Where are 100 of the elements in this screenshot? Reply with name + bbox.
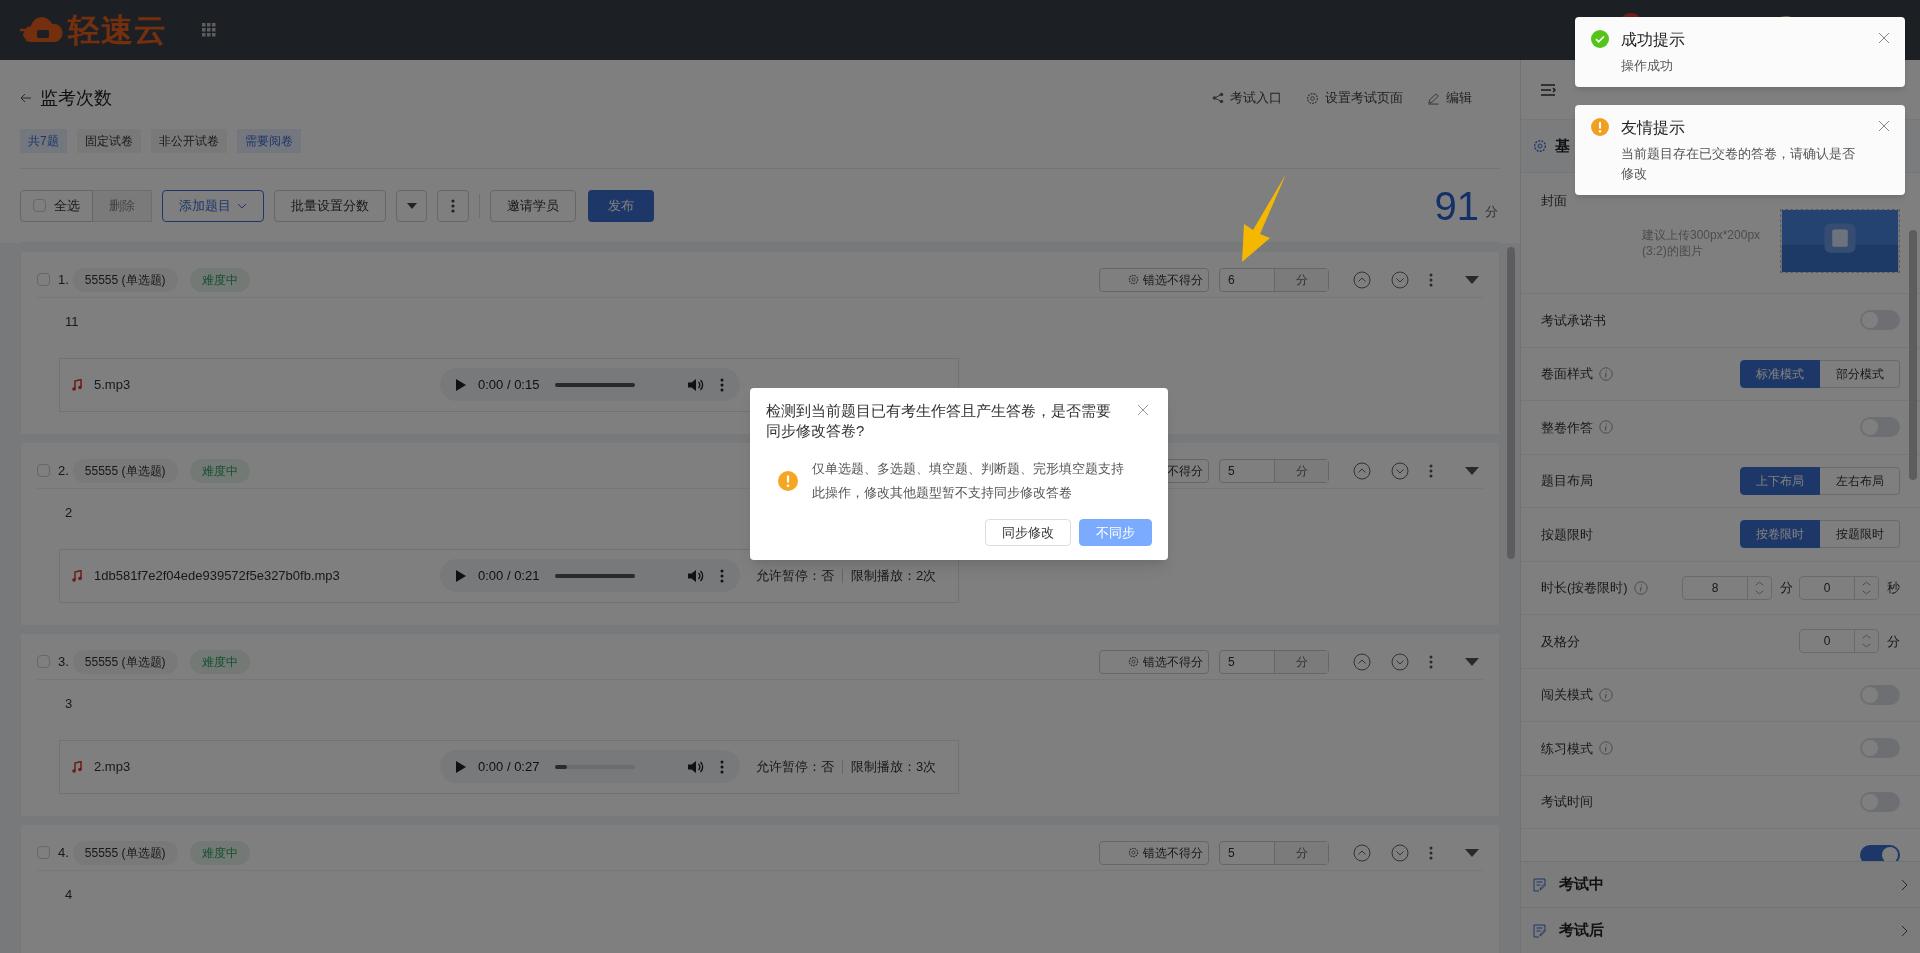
checkbox[interactable]	[37, 464, 50, 477]
select-all-checkbox[interactable]: 全选	[20, 189, 93, 222]
music-note-icon	[72, 569, 82, 582]
setting-label: 封面	[1541, 192, 1567, 210]
play-limit: 限制播放：3次	[851, 757, 937, 776]
score-field[interactable]: 5 分	[1219, 458, 1329, 483]
unit-label: 分	[1887, 632, 1900, 651]
header-link[interactable]: 设置考试页面	[1306, 88, 1403, 108]
more-icon[interactable]	[1429, 272, 1433, 287]
apps-grid-icon[interactable]	[202, 23, 217, 37]
logo-text: 轻速云	[68, 11, 167, 50]
wrong-option-button[interactable]: 错选不得分	[1099, 267, 1209, 292]
segment-option[interactable]: 标准模式	[1740, 359, 1820, 388]
setting-label: 整卷作答	[1541, 418, 1593, 437]
audio-progress-track[interactable]	[555, 573, 636, 578]
move-down-icon[interactable]	[1391, 843, 1409, 862]
segment-option[interactable]: 部分模式	[1820, 359, 1900, 388]
wrong-option-button[interactable]: 错选不得分	[1099, 840, 1209, 865]
add-question-button[interactable]: 添加题目	[162, 189, 264, 222]
more-icon[interactable]	[1429, 463, 1433, 478]
publish-button[interactable]: 发布	[588, 189, 654, 222]
batch-score-button[interactable]: 批量设置分数	[274, 189, 386, 222]
number-field[interactable]: 8	[1682, 575, 1772, 600]
unit-label: 秒	[1887, 579, 1900, 597]
volume-icon[interactable]	[688, 377, 704, 392]
warning-icon	[778, 471, 798, 491]
no-sync-button[interactable]: 不同步	[1079, 519, 1152, 546]
move-down-icon[interactable]	[1391, 461, 1409, 480]
question-text: 2	[65, 504, 73, 522]
caret-down-icon[interactable]	[1465, 275, 1479, 284]
setting-label: 卷面样式	[1541, 365, 1593, 383]
more-icon	[451, 198, 455, 213]
question-type-tag: 55555 (单选题)	[72, 649, 178, 674]
difficulty-tag: 难度中	[189, 458, 250, 483]
more-icon[interactable]	[1429, 654, 1433, 669]
move-up-icon[interactable]	[1353, 843, 1371, 862]
segment-option[interactable]: 左右布局	[1820, 466, 1900, 495]
toggle-switch[interactable]	[1860, 845, 1900, 861]
more-icon[interactable]	[1429, 845, 1433, 860]
more-icon[interactable]	[720, 759, 724, 774]
number-field[interactable]: 0	[1799, 629, 1879, 654]
score-field[interactable]: 5 分	[1219, 649, 1329, 674]
dropdown-button[interactable]	[396, 189, 427, 222]
toast-message: 操作成功	[1621, 57, 1674, 75]
more-icon[interactable]	[720, 568, 724, 583]
caret-down-icon[interactable]	[1465, 848, 1479, 857]
close-icon[interactable]	[1879, 33, 1889, 43]
audio-progress-track[interactable]	[555, 764, 636, 769]
segment-option[interactable]: 上下布局	[1740, 466, 1820, 495]
score-unit: 分	[1274, 268, 1328, 291]
more-icon[interactable]	[720, 377, 724, 392]
close-icon[interactable]	[1138, 405, 1148, 415]
warning-icon	[1591, 118, 1609, 136]
scrollbar[interactable]	[1909, 230, 1917, 480]
move-up-icon[interactable]	[1353, 270, 1371, 289]
checkbox[interactable]	[37, 846, 50, 859]
menu-icon[interactable]	[1541, 83, 1557, 96]
segment-option[interactable]: 按题限时	[1820, 520, 1900, 549]
setting-label: 题目布局	[1541, 472, 1593, 490]
checkbox[interactable]	[37, 273, 50, 286]
wrong-option-button[interactable]: 错选不得分	[1099, 649, 1209, 674]
move-down-icon[interactable]	[1391, 270, 1409, 289]
caret-down-icon[interactable]	[1465, 657, 1479, 666]
question-type-tag: 55555 (单选题)	[72, 458, 178, 483]
question-number: 1.	[58, 270, 69, 289]
invite-button[interactable]: 邀请学员	[490, 189, 576, 222]
play-icon[interactable]	[456, 378, 466, 391]
volume-icon[interactable]	[688, 568, 704, 583]
toast-title: 成功提示	[1621, 30, 1686, 50]
back-arrow-icon[interactable]	[20, 93, 32, 103]
total-score: 91	[1434, 185, 1479, 226]
header-link[interactable]: 编辑	[1427, 88, 1472, 108]
caret-down-icon[interactable]	[1465, 466, 1479, 475]
info-icon	[1599, 687, 1613, 702]
difficulty-tag: 难度中	[189, 649, 250, 674]
scrollbar[interactable]	[1507, 247, 1515, 559]
segment-option[interactable]: 按卷限时	[1740, 520, 1820, 549]
collapsed-section[interactable]: 考试后	[1521, 907, 1920, 953]
number-field[interactable]: 0	[1799, 575, 1879, 600]
music-note-icon	[72, 760, 82, 773]
move-down-icon[interactable]	[1391, 652, 1409, 671]
score-unit: 分	[1485, 202, 1498, 221]
volume-icon[interactable]	[688, 759, 704, 774]
more-button[interactable]	[437, 189, 469, 222]
play-icon[interactable]	[456, 569, 466, 582]
info-icon	[1599, 420, 1613, 435]
close-icon[interactable]	[1879, 121, 1889, 131]
toast-title: 友情提示	[1621, 118, 1686, 138]
collapsed-section[interactable]: 考试中	[1521, 861, 1920, 907]
audio-progress-track[interactable]	[555, 382, 636, 387]
sync-button[interactable]: 同步修改	[985, 519, 1071, 546]
move-up-icon[interactable]	[1353, 652, 1371, 671]
move-up-icon[interactable]	[1353, 461, 1371, 480]
header-link[interactable]: 考试入口	[1212, 88, 1282, 108]
play-icon[interactable]	[456, 760, 466, 773]
info-icon	[1599, 366, 1613, 381]
question-type-tag: 55555 (单选题)	[72, 840, 178, 865]
checkbox[interactable]	[37, 655, 50, 668]
score-field[interactable]: 5 分	[1219, 840, 1329, 865]
score-field[interactable]: 6 分	[1219, 267, 1329, 292]
